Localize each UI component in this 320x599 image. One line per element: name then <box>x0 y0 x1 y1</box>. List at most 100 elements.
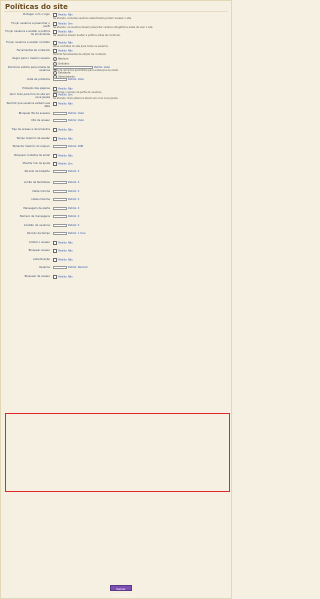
setting-label: Idade mínima <box>5 190 50 193</box>
setting-row: Abrir links para fora do site em nova ja… <box>4 93 230 101</box>
setting-row: Autenticação Padrão: Não <box>4 258 230 266</box>
setting-default-value: Padrão: 0 <box>68 181 80 185</box>
setting-default-value: Padrão: 0 <box>68 190 80 194</box>
setting-control: Padrão: 0 <box>53 215 228 219</box>
setting-input[interactable] <box>53 207 67 211</box>
setting-checkbox[interactable] <box>53 249 58 254</box>
radio-option-label: Nenhum <box>58 57 69 61</box>
setting-default-value: Padrão: Não <box>58 275 73 279</box>
setting-checkbox[interactable] <box>53 102 58 107</box>
setting-label-text: Proteção das páginas <box>22 87 50 90</box>
setting-label-text: Idade mínima <box>32 190 50 193</box>
setting-label-text: Tamanho máximo do arquivo <box>12 145 50 148</box>
setting-label: Mensagem de alerta <box>5 207 50 210</box>
save-changes-button[interactable]: Salvar mudanças <box>110 585 132 597</box>
setting-label-text: Tempo máximo de sessão <box>16 137 50 140</box>
setting-control: Padrão: 0 <box>53 207 228 211</box>
setting-label: Abrir links para fora do site em nova ja… <box>5 93 50 99</box>
setting-row: Limitar o acesso Padrão: Não <box>4 241 230 249</box>
highlight-box <box>5 413 230 492</box>
setting-row: Regra para o mesmo usuário Nenhum Ordinári… <box>4 57 230 80</box>
setting-label-text: Limitar o acesso <box>28 241 50 244</box>
setting-label: Período de trabalho <box>5 170 50 173</box>
setting-description: Ativa contratos do site para todos os us… <box>53 44 109 48</box>
setting-row: Tipo de acesso a documentos Padrão: Não <box>4 128 230 136</box>
setting-label-text: Forçar usuários a aceitar contrato <box>6 41 50 44</box>
setting-input[interactable] <box>53 112 67 116</box>
setting-description: Os usuários devem aceitar a política ant… <box>53 33 121 37</box>
setting-row: Período de tempo Padrão: 1 hora <box>4 232 230 240</box>
setting-default-value: Padrão: 0 <box>68 170 80 174</box>
radio-button[interactable] <box>53 57 58 62</box>
setting-row: Lista de proibidos Padrão: Vazio <box>4 78 230 86</box>
setting-checkbox[interactable] <box>53 154 58 159</box>
setting-label-text: Abrir links para fora do site em nova ja… <box>9 93 50 99</box>
setting-control: Padrão: Nenhum <box>53 266 228 270</box>
setting-row: Contato de usuários Padrão: 0 <box>4 224 230 232</box>
setting-row: Tempo máximo de sessão Padrão: Não <box>4 137 230 145</box>
setting-input[interactable] <box>53 215 67 219</box>
setting-label: Proteger com o login <box>5 13 50 16</box>
setting-input[interactable] <box>53 119 67 123</box>
setting-row: Mensagem de alerta Padrão: 0 <box>4 207 230 215</box>
setting-description: Permitir ferramentas de edição de conteú… <box>53 52 107 56</box>
setting-default-value: Padrão: 0 <box>68 215 80 219</box>
setting-row: Forçar usuários a aceitar contrato Padrão… <box>4 41 230 49</box>
setting-default-value: Padrão: Vazio <box>68 119 85 123</box>
setting-control: Padrão: Não <box>53 154 228 159</box>
setting-input[interactable] <box>53 145 67 149</box>
setting-row: Bloquear acesso Padrão: Não <box>4 249 230 257</box>
setting-label-text: Idade máxima <box>31 198 50 201</box>
setting-control: Padrão: Não <box>53 275 228 280</box>
setting-label-text: Permitir que usuários exibam sua data <box>6 102 50 108</box>
setting-label-text: Proteger com o login <box>23 13 50 16</box>
setting-row: Tamanho máximo do arquivo Padrão: 2MB <box>4 145 230 153</box>
setting-label-text: Regra para o mesmo usuário <box>12 57 50 60</box>
setting-control: Padrão: Sim Se ativado, links externos ab… <box>53 93 228 100</box>
setting-label-text: URL de acesso <box>31 119 50 122</box>
setting-label: Autenticação <box>5 258 50 261</box>
setting-row: Bloquear IPs de acessos Padrão: Vazio <box>4 112 230 119</box>
setting-description: Se ativado, somente usuários autenticado… <box>53 16 132 20</box>
setting-checkbox[interactable] <box>53 162 58 167</box>
setting-label-text: Mostrar link de ajuda <box>22 162 50 165</box>
setting-control: Padrão: 0 <box>53 224 228 228</box>
setting-row: URL de acesso Padrão: Vazio <box>4 119 230 127</box>
setting-input[interactable] <box>53 224 67 228</box>
setting-checkbox[interactable] <box>53 128 58 133</box>
setting-input[interactable] <box>53 170 67 174</box>
setting-label: Usuários <box>5 266 50 269</box>
setting-label: Tempo máximo de sessão <box>5 137 50 140</box>
setting-label: Lista de proibidos <box>5 78 50 81</box>
setting-input[interactable] <box>53 232 67 236</box>
setting-control: Padrão: Não Permitir ferramentas de ediçã… <box>53 49 228 56</box>
setting-input[interactable] <box>53 181 67 185</box>
setting-checkbox[interactable] <box>53 137 58 142</box>
setting-control: Padrão: Não <box>53 128 228 133</box>
setting-label-text: Bloquear de acesso <box>24 275 50 278</box>
setting-checkbox[interactable] <box>53 241 58 246</box>
setting-control: Padrão: 2MB <box>53 145 228 149</box>
setting-label: Bloquear contatos de email <box>5 154 50 157</box>
setting-input[interactable] <box>53 190 67 194</box>
setting-input[interactable] <box>53 78 67 82</box>
setting-input[interactable] <box>53 266 67 270</box>
setting-label: Permitir que usuários exibam sua data <box>5 102 50 108</box>
setting-control: Padrão: 0 <box>53 198 228 202</box>
setting-row: Permitir que usuários exibam sua data Pad… <box>4 102 230 111</box>
setting-default-value: Padrão: Vazio <box>68 78 85 82</box>
setting-label-text: Bloquear IPs de acessos <box>18 112 50 115</box>
setting-control: Padrão: Não <box>53 137 228 142</box>
setting-label: Idade máxima <box>5 198 50 201</box>
setting-input[interactable] <box>53 198 67 202</box>
title-divider <box>4 11 228 12</box>
setting-control: Padrão: Não <box>53 258 228 263</box>
setting-label: Forçar usuários a aceitar contrato <box>5 41 50 44</box>
setting-checkbox[interactable] <box>53 258 58 263</box>
setting-label: Limitar o acesso <box>5 241 50 244</box>
setting-label: Tamanho máximo do arquivo <box>5 145 50 148</box>
setting-control: Padrão: Não <box>53 241 228 246</box>
setting-control: Padrão: Não <box>53 102 228 107</box>
setting-control: Padrão: Não <box>53 249 228 254</box>
setting-checkbox[interactable] <box>53 275 58 280</box>
